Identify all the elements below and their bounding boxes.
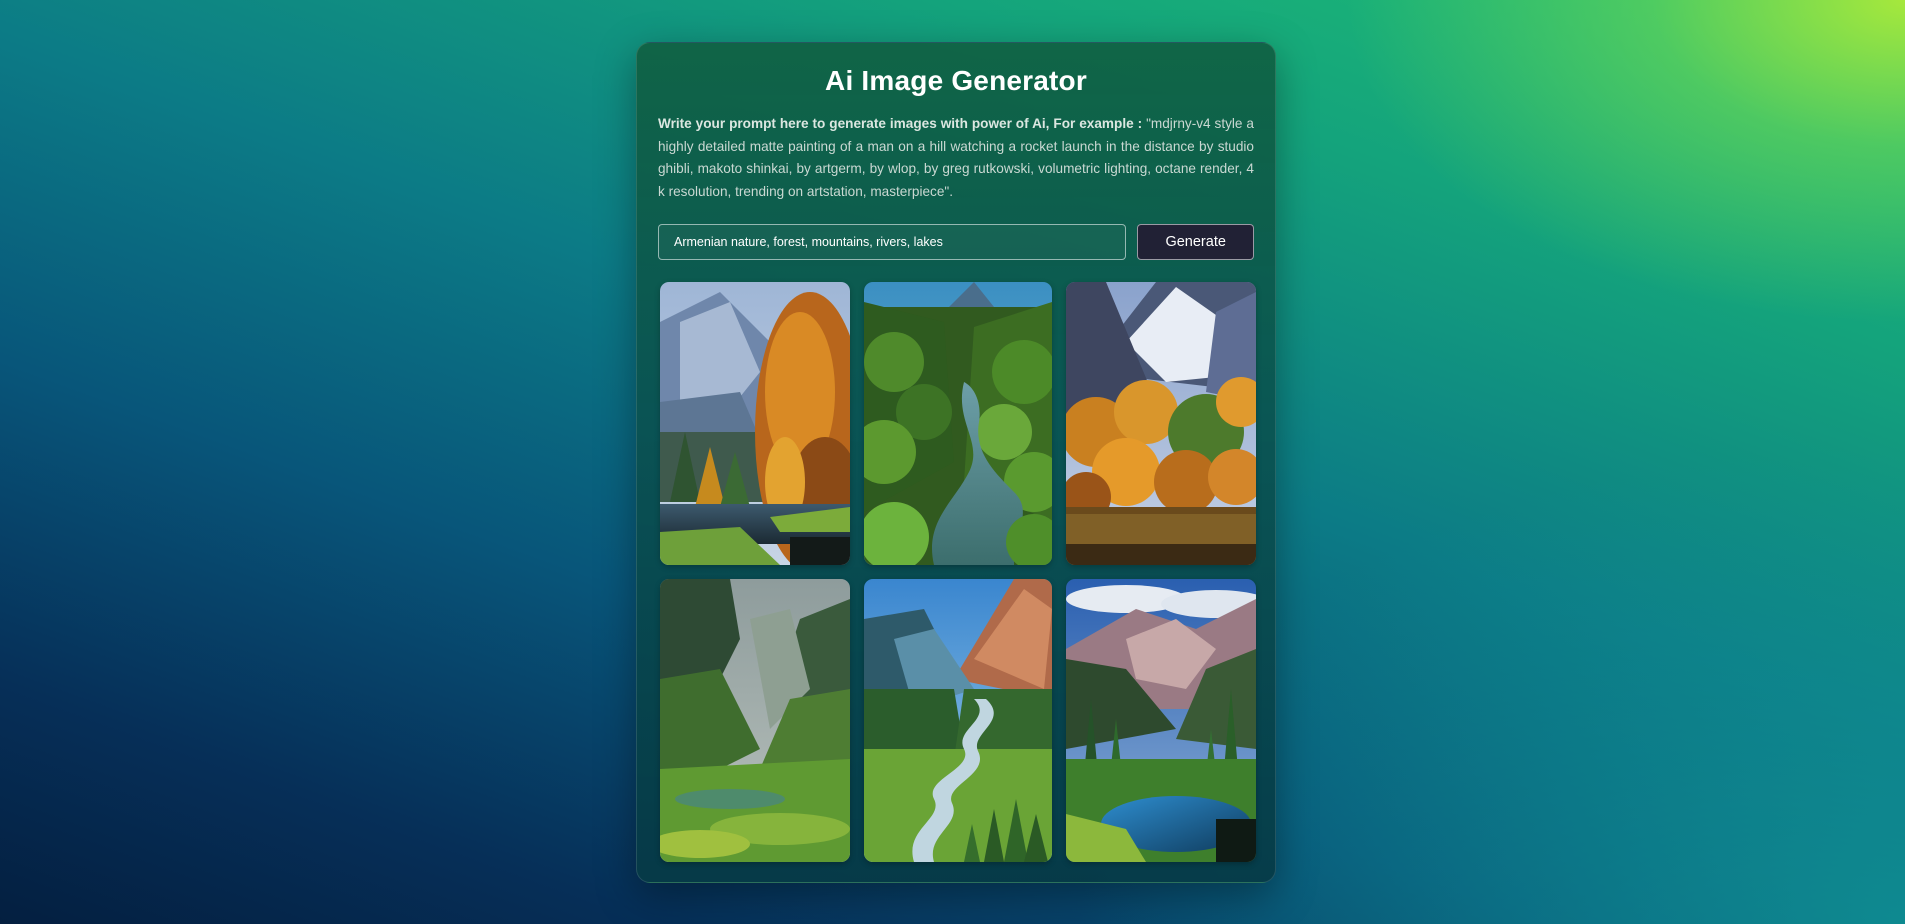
generated-image[interactable] bbox=[660, 579, 850, 862]
image-gallery bbox=[660, 282, 1256, 862]
generate-button[interactable]: Generate bbox=[1137, 224, 1254, 260]
landscape-image-autumn-river bbox=[660, 282, 850, 565]
prompt-form: Generate bbox=[658, 224, 1254, 260]
landscape-image-autumn-lake bbox=[1066, 282, 1256, 565]
generated-image[interactable] bbox=[1066, 282, 1256, 565]
page-title: Ai Image Generator bbox=[825, 65, 1087, 96]
generator-card: Ai Image Generator Write your prompt her… bbox=[636, 42, 1276, 883]
description-lead: Write your prompt here to generate image… bbox=[658, 116, 1143, 131]
landscape-image-winding-river bbox=[864, 579, 1052, 862]
prompt-input[interactable] bbox=[658, 224, 1127, 260]
generated-image[interactable] bbox=[660, 282, 850, 565]
landscape-image-misty-valley bbox=[660, 579, 850, 862]
generated-image[interactable] bbox=[864, 579, 1052, 862]
landscape-image-forest-river bbox=[864, 282, 1052, 565]
generated-image[interactable] bbox=[864, 282, 1052, 565]
landscape-image-mountain-lake bbox=[1066, 579, 1256, 862]
prompt-description: Write your prompt here to generate image… bbox=[658, 113, 1254, 203]
generated-image[interactable] bbox=[1066, 579, 1256, 862]
